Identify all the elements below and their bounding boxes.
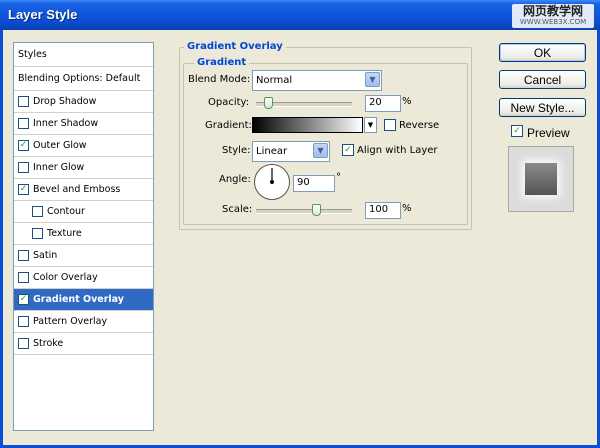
dialog-body: Styles Blending Options: Default Drop Sh… — [3, 30, 597, 445]
reverse-checkbox[interactable] — [384, 119, 396, 131]
cancel-button[interactable]: Cancel — [499, 70, 586, 89]
scale-slider-thumb[interactable] — [311, 204, 321, 216]
style-item-inner-glow[interactable]: Inner Glow — [14, 157, 153, 179]
style-item-label: Satin — [33, 250, 58, 261]
satin-checkbox[interactable] — [18, 250, 29, 261]
angle-unit: ° — [336, 172, 341, 183]
gradient-group-label: Gradient — [194, 57, 250, 69]
chevron-down-icon: ▼ — [365, 72, 380, 87]
style-item-drop-shadow[interactable]: Drop Shadow — [14, 91, 153, 113]
style-item-label: Outer Glow — [33, 140, 87, 151]
style-item-label: Drop Shadow — [33, 96, 97, 107]
style-item-stroke[interactable]: Stroke — [14, 333, 153, 355]
style-item-contour[interactable]: Contour — [14, 201, 153, 223]
style-item-label: Pattern Overlay — [33, 316, 108, 327]
new-style-button[interactable]: New Style... — [499, 98, 586, 117]
scale-unit: % — [402, 203, 412, 214]
angle-label: Angle: — [219, 174, 251, 185]
style-item-label: Color Overlay — [33, 272, 98, 283]
style-value: Linear — [256, 146, 288, 157]
color-overlay-checkbox[interactable] — [18, 272, 29, 283]
layer-style-window: Layer Style 网页教学网 WWW.WEB3X.COM Styles B… — [0, 0, 600, 448]
opacity-input[interactable]: 20 — [365, 95, 401, 112]
style-item-label: Inner Shadow — [33, 118, 99, 129]
window-title: Layer Style — [8, 7, 78, 22]
scale-slider-track[interactable] — [256, 209, 352, 214]
gradient-subgroup: Gradient Blend Mode: Normal ▼ Opacity: 2… — [183, 57, 468, 225]
inner-glow-checkbox[interactable] — [18, 162, 29, 173]
angle-dial-needle-icon — [270, 168, 274, 184]
preview-box — [508, 146, 574, 212]
blending-options-item[interactable]: Blending Options: Default — [14, 67, 153, 91]
angle-input[interactable]: 90 — [293, 175, 335, 192]
style-item-label: Gradient Overlay — [33, 294, 124, 305]
reverse-label: Reverse — [399, 120, 440, 131]
chevron-down-icon: ▼ — [313, 143, 328, 158]
scale-input[interactable]: 100 — [365, 202, 401, 219]
align-with-layer-label: Align with Layer — [357, 145, 438, 156]
watermark-text: 网页教学网 — [522, 4, 583, 18]
styles-list: Styles Blending Options: Default Drop Sh… — [13, 42, 154, 431]
outer-glow-checkbox[interactable]: ✓ — [18, 140, 29, 151]
gradient-overlay-checkbox[interactable]: ✓ — [18, 294, 29, 305]
gradient-dropdown-arrow-icon[interactable]: ▼ — [364, 117, 377, 133]
title-bar[interactable]: Layer Style 网页教学网 WWW.WEB3X.COM — [0, 0, 600, 30]
style-item-label: Texture — [47, 228, 82, 239]
scale-value: 100 — [369, 204, 389, 215]
style-item-gradient-overlay[interactable]: ✓ Gradient Overlay — [14, 289, 153, 311]
style-select[interactable]: Linear ▼ — [252, 141, 330, 162]
angle-dial[interactable] — [254, 164, 290, 200]
blend-mode-label: Blend Mode: — [188, 74, 251, 85]
style-label: Style: — [222, 145, 251, 156]
inner-shadow-checkbox[interactable] — [18, 118, 29, 129]
style-item-label: Inner Glow — [33, 162, 85, 173]
style-item-label: Bevel and Emboss — [33, 184, 121, 195]
align-with-layer-checkbox[interactable]: ✓ — [342, 144, 354, 156]
style-item-pattern-overlay[interactable]: Pattern Overlay — [14, 311, 153, 333]
watermark-url: WWW.WEB3X.COM — [519, 18, 587, 26]
style-item-color-overlay[interactable]: Color Overlay — [14, 267, 153, 289]
scale-label: Scale: — [222, 204, 253, 215]
opacity-slider-thumb[interactable] — [263, 97, 273, 109]
style-item-texture[interactable]: Texture — [14, 223, 153, 245]
ok-button[interactable]: OK — [499, 43, 586, 62]
opacity-value: 20 — [369, 97, 382, 108]
gradient-label: Gradient: — [205, 120, 252, 131]
opacity-unit: % — [402, 96, 412, 107]
style-item-label: Contour — [47, 206, 85, 217]
preview-swatch — [525, 163, 557, 195]
stroke-checkbox[interactable] — [18, 338, 29, 349]
preview-label: Preview — [527, 126, 570, 140]
panel-title: Gradient Overlay — [184, 41, 286, 53]
gradient-preview-picker[interactable] — [252, 117, 363, 133]
style-item-label: Stroke — [33, 338, 64, 349]
watermark-logo: 网页教学网 WWW.WEB3X.COM — [512, 4, 594, 28]
pattern-overlay-checkbox[interactable] — [18, 316, 29, 327]
blend-mode-select[interactable]: Normal ▼ — [252, 70, 382, 91]
style-item-bevel-and-emboss[interactable]: ✓ Bevel and Emboss — [14, 179, 153, 201]
styles-header[interactable]: Styles — [14, 43, 153, 67]
preview-checkbox[interactable]: ✓ — [511, 125, 523, 137]
style-item-satin[interactable]: Satin — [14, 245, 153, 267]
blend-mode-value: Normal — [256, 75, 293, 86]
style-item-outer-glow[interactable]: ✓ Outer Glow — [14, 135, 153, 157]
bevel-and-emboss-checkbox[interactable]: ✓ — [18, 184, 29, 195]
angle-value: 90 — [297, 177, 310, 188]
drop-shadow-checkbox[interactable] — [18, 96, 29, 107]
gradient-overlay-group: Gradient Overlay Gradient Blend Mode: No… — [179, 41, 472, 230]
texture-checkbox[interactable] — [32, 228, 43, 239]
opacity-label: Opacity: — [208, 97, 250, 108]
style-item-inner-shadow[interactable]: Inner Shadow — [14, 113, 153, 135]
contour-checkbox[interactable] — [32, 206, 43, 217]
